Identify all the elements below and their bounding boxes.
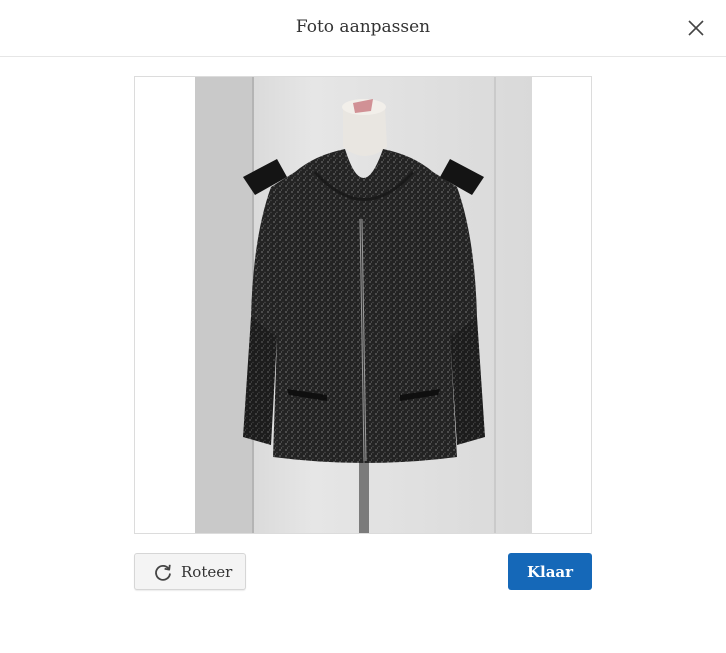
rotate-button[interactable]: Roteer (134, 553, 246, 590)
rotate-icon (155, 564, 171, 581)
close-icon (688, 20, 704, 36)
dialog-title: Foto aanpassen (295, 17, 431, 37)
close-button[interactable] (686, 18, 706, 38)
product-photo (195, 77, 532, 533)
dialog-header: Foto aanpassen (0, 0, 726, 57)
photo-crop-frame[interactable] (134, 76, 592, 534)
done-button[interactable]: Klaar (508, 553, 592, 590)
rotate-button-label: Roteer (181, 562, 233, 581)
